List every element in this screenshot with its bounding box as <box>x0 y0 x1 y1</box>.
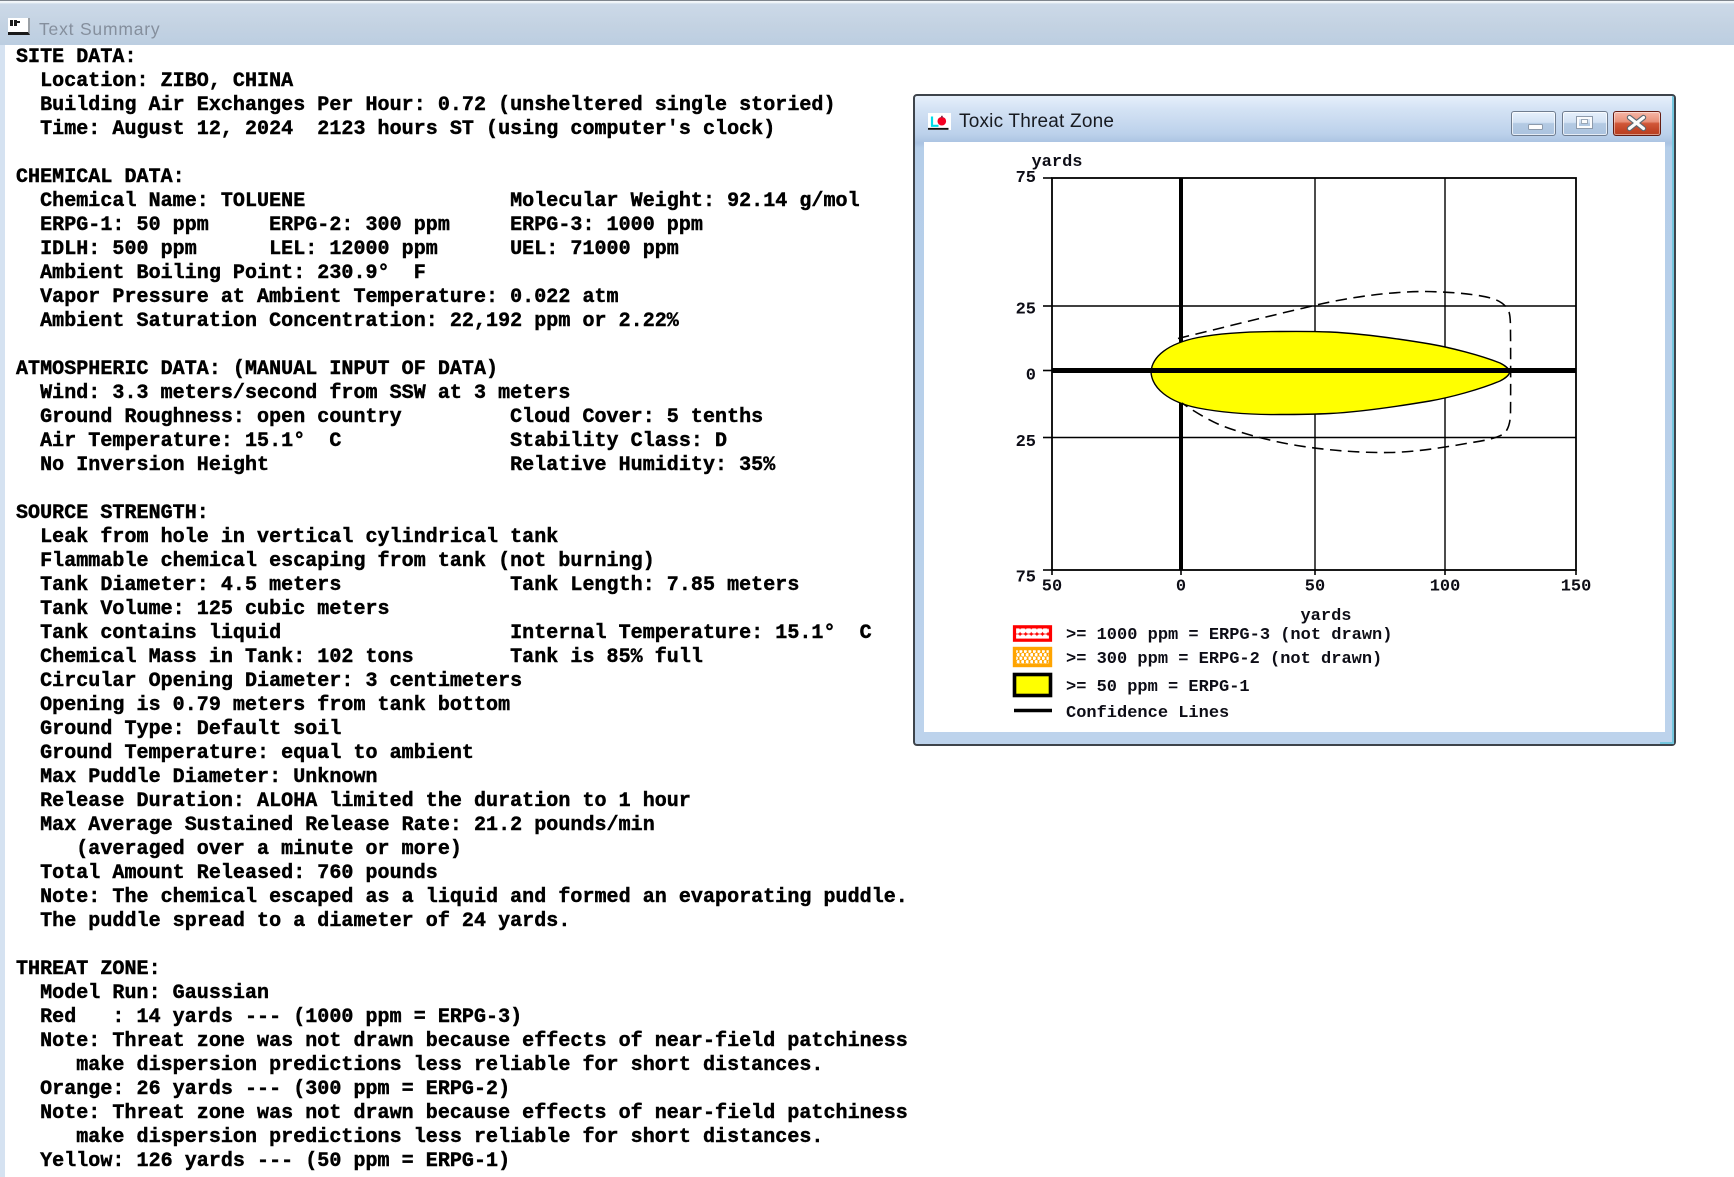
svg-text:50: 50 <box>1042 578 1062 597</box>
svg-text:0: 0 <box>1026 367 1036 386</box>
svg-text:0: 0 <box>1176 578 1186 597</box>
svg-text:50: 50 <box>1305 578 1325 597</box>
svg-text:>= 50 ppm = ERPG-1: >= 50 ppm = ERPG-1 <box>1066 678 1250 697</box>
svg-text:150: 150 <box>1561 578 1592 597</box>
svg-text:yards: yards <box>1300 607 1351 626</box>
svg-text:Confidence Lines: Confidence Lines <box>1066 704 1229 723</box>
svg-text:100: 100 <box>1430 578 1461 597</box>
svg-text:75: 75 <box>1016 169 1036 188</box>
svg-text:>= 300 ppm = ERPG-2 (not drawn: >= 300 ppm = ERPG-2 (not drawn) <box>1066 650 1382 669</box>
svg-text:75: 75 <box>1016 569 1036 588</box>
svg-text:25: 25 <box>1016 301 1036 320</box>
svg-text:25: 25 <box>1016 433 1036 452</box>
svg-text:yards: yards <box>1031 153 1082 172</box>
svg-text:>= 1000 ppm = ERPG-3 (not draw: >= 1000 ppm = ERPG-3 (not drawn) <box>1066 626 1392 645</box>
